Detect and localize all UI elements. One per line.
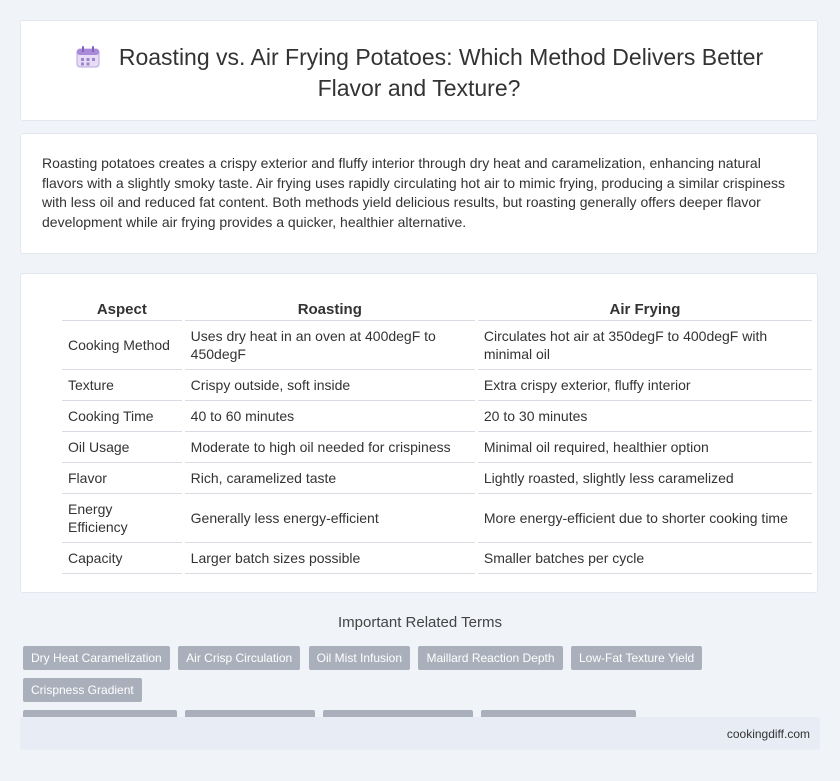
- table-row: Energy Efficiency Generally less energy-…: [62, 494, 812, 543]
- header-air-frying: Air Frying: [477, 296, 812, 321]
- title-card: Roasting vs. Air Frying Potatoes: Which …: [20, 20, 818, 121]
- table-row: Capacity Larger batch sizes possible Sma…: [62, 543, 812, 574]
- table-row: Cooking Method Uses dry heat in an oven …: [62, 321, 812, 370]
- aspect-cell: Energy Efficiency: [62, 494, 182, 543]
- aspect-cell: Capacity: [62, 543, 182, 574]
- aspect-cell: Cooking Method: [62, 321, 182, 370]
- aspect-cell: Oil Usage: [62, 432, 182, 463]
- table-row: Flavor Rich, caramelized taste Lightly r…: [62, 463, 812, 494]
- air-frying-cell: Minimal oil required, healthier option: [477, 432, 812, 463]
- aspect-cell: Texture: [62, 370, 182, 401]
- table-row: Oil Usage Moderate to high oil needed fo…: [62, 432, 812, 463]
- tag-crispness-gradient[interactable]: Crispness Gradient: [23, 678, 142, 702]
- related-terms-heading: Important Related Terms: [338, 614, 502, 631]
- intro-card: Roasting potatoes creates a crispy exter…: [20, 133, 818, 254]
- air-frying-cell: Extra crispy exterior, fluffy interior: [477, 370, 812, 401]
- tag-air-crisp-circulation[interactable]: Air Crisp Circulation: [178, 646, 301, 670]
- calendar-icon: [75, 45, 101, 74]
- tag-dry-heat-caramelization[interactable]: Dry Heat Caramelization: [23, 646, 170, 670]
- roasting-cell: Crispy outside, soft inside: [184, 370, 475, 401]
- aspect-cell: Flavor: [62, 463, 182, 494]
- table-row: Texture Crispy outside, soft inside Extr…: [62, 370, 812, 401]
- tag-low-fat-texture-yield[interactable]: Low-Fat Texture Yield: [570, 646, 703, 670]
- table-row: Cooking Time 40 to 60 minutes 20 to 30 m…: [62, 401, 812, 432]
- air-frying-cell: Lightly roasted, slightly less carameliz…: [477, 463, 812, 494]
- intro-paragraph: Roasting potatoes creates a crispy exter…: [42, 155, 786, 230]
- air-frying-cell: More energy-efficient due to shorter coo…: [477, 494, 812, 543]
- header-aspect: Aspect: [62, 296, 182, 321]
- roasting-cell: Generally less energy-efficient: [184, 494, 475, 543]
- roasting-cell: Uses dry heat in an oven at 400degF to 4…: [184, 321, 475, 370]
- aspect-cell: Cooking Time: [62, 401, 182, 432]
- roasting-cell: 40 to 60 minutes: [184, 401, 475, 432]
- page-title: Roasting vs. Air Frying Potatoes: Which …: [118, 44, 764, 101]
- header-roasting: Roasting: [184, 296, 475, 321]
- tag-maillard-reaction-depth[interactable]: Maillard Reaction Depth: [418, 646, 563, 670]
- roasting-cell: Rich, caramelized taste: [184, 463, 475, 494]
- roasting-cell: Larger batch sizes possible: [184, 543, 475, 574]
- footer-site-link[interactable]: cookingdiff.com: [727, 727, 810, 741]
- table-header-row: Aspect Roasting Air Frying: [62, 296, 812, 321]
- tag-oil-mist-infusion[interactable]: Oil Mist Infusion: [308, 646, 411, 670]
- comparison-table: Aspect Roasting Air Frying Cooking Metho…: [59, 296, 815, 574]
- air-frying-cell: Circulates hot air at 350degF to 400degF…: [477, 321, 812, 370]
- footer: cookingdiff.com: [20, 717, 820, 750]
- air-frying-cell: Smaller batches per cycle: [477, 543, 812, 574]
- air-frying-cell: 20 to 30 minutes: [477, 401, 812, 432]
- roasting-cell: Moderate to high oil needed for crispine…: [184, 432, 475, 463]
- comparison-card: Aspect Roasting Air Frying Cooking Metho…: [20, 273, 818, 593]
- title-wrap: Roasting vs. Air Frying Potatoes: Which …: [21, 43, 817, 103]
